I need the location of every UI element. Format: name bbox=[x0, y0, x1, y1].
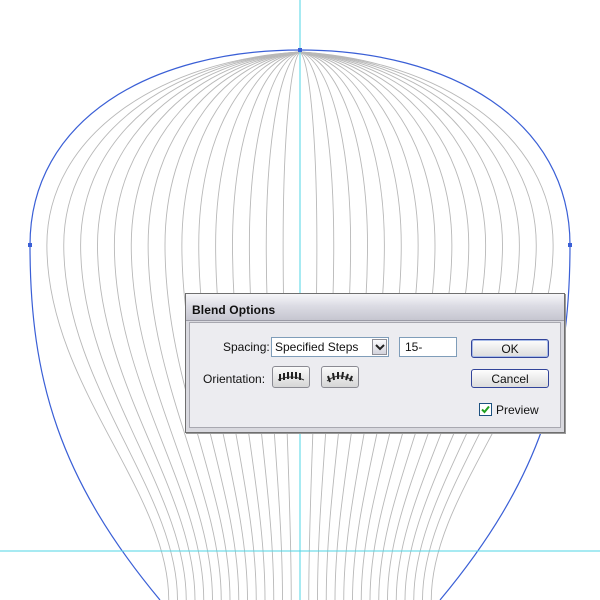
align-to-path-button[interactable] bbox=[321, 366, 359, 388]
anchor-point-top[interactable] bbox=[298, 48, 302, 52]
steps-input[interactable] bbox=[399, 337, 457, 357]
align-to-page-icon bbox=[277, 372, 305, 381]
checkmark-icon bbox=[481, 405, 490, 414]
align-to-path-icon bbox=[326, 371, 354, 383]
spacing-label: Spacing: bbox=[223, 340, 270, 354]
spacing-dropdown[interactable]: Specified Steps bbox=[271, 337, 389, 357]
preview-checkbox[interactable] bbox=[479, 403, 492, 416]
dialog-title: Blend Options bbox=[192, 303, 276, 317]
spacing-dropdown-value: Specified Steps bbox=[275, 340, 359, 354]
orientation-label: Orientation: bbox=[203, 372, 266, 386]
anchor-point-left[interactable] bbox=[28, 243, 32, 247]
anchor-point-right[interactable] bbox=[568, 243, 572, 247]
dialog-titlebar[interactable]: Blend Options bbox=[186, 294, 564, 321]
blend-options-dialog: Blend Options Spacing: Specified Steps O… bbox=[185, 293, 565, 433]
ok-button[interactable]: OK bbox=[471, 339, 549, 358]
chevron-down-icon[interactable] bbox=[372, 339, 387, 355]
preview-label: Preview bbox=[496, 403, 539, 417]
dialog-body: Spacing: Specified Steps Orientation: bbox=[189, 322, 561, 428]
cancel-button[interactable]: Cancel bbox=[471, 369, 549, 388]
align-to-page-button[interactable] bbox=[272, 366, 310, 388]
